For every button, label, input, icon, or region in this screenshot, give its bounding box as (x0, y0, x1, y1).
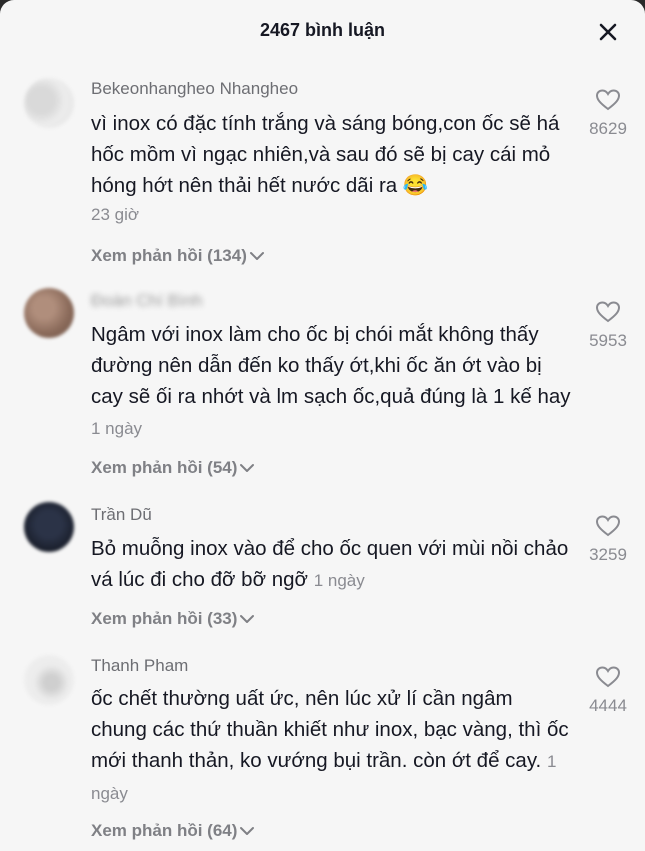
close-icon[interactable] (596, 20, 620, 44)
view-replies-label: Xem phản hồi (64) (91, 821, 238, 840)
comment-username[interactable]: Thanh Pham (91, 656, 188, 676)
heart-icon (595, 301, 621, 323)
like-count: 8629 (589, 119, 627, 138)
like-button[interactable]: 3259 (580, 514, 636, 565)
avatar[interactable] (24, 655, 74, 705)
like-count: 4444 (589, 696, 627, 715)
heart-icon (595, 666, 621, 688)
comment-text: vì inox có đặc tính trắng và sáng bóng,c… (91, 108, 571, 201)
heart-icon (595, 515, 621, 537)
comment-body: vì inox có đặc tính trắng và sáng bóng,c… (91, 112, 560, 197)
comment-body: ốc chết thường uất ức, nên lúc xử lí cần… (91, 687, 569, 772)
comment-text: Bỏ muỗng inox vào để cho ốc quen với mùi… (91, 533, 571, 596)
avatar[interactable] (24, 502, 74, 552)
avatar[interactable] (24, 288, 74, 338)
comment-username[interactable]: Đoàn Chí Bình (91, 291, 203, 311)
view-replies-button[interactable]: Xem phản hồi (33) (91, 609, 255, 629)
comment-time: 1 ngày (91, 419, 143, 438)
heart-icon (595, 89, 621, 111)
comment-body: Ngâm với inox làm cho ốc bị chói mắt khô… (91, 323, 571, 408)
comment-time: 1 ngày (313, 571, 365, 590)
chevron-down-icon (249, 252, 264, 260)
like-count: 3259 (589, 545, 627, 564)
chevron-down-icon (240, 827, 255, 835)
comment-text: ốc chết thường uất ức, nên lúc xử lí cần… (91, 683, 571, 809)
comments-header: 2467 bình luận (0, 0, 645, 62)
view-replies-button[interactable]: Xem phản hồi (64) (91, 821, 255, 841)
view-replies-label: Xem phản hồi (54) (91, 458, 238, 477)
comment-username[interactable]: Trần Dũ (91, 505, 152, 525)
comments-sheet: 2467 bình luận Bekeonhangheo Nhangheo vì… (0, 0, 645, 851)
view-replies-label: Xem phản hồi (134) (91, 246, 247, 265)
like-button[interactable]: 5953 (580, 300, 636, 351)
chevron-down-icon (240, 615, 255, 623)
comment-count-title: 2467 bình luận (259, 20, 386, 40)
comment-username[interactable]: Bekeonhangheo Nhangheo (91, 79, 298, 99)
comment-time: 23 giờ (91, 205, 140, 224)
chevron-down-icon (240, 464, 255, 472)
like-count: 5953 (589, 331, 627, 350)
comment-text: Ngâm với inox làm cho ốc bị chói mắt khô… (91, 319, 571, 444)
view-replies-label: Xem phản hồi (33) (91, 609, 238, 628)
like-button[interactable]: 4444 (580, 665, 636, 716)
view-replies-button[interactable]: Xem phản hồi (134) (91, 246, 265, 266)
view-replies-button[interactable]: Xem phản hồi (54) (91, 458, 255, 478)
avatar[interactable] (24, 78, 74, 128)
like-button[interactable]: 8629 (580, 88, 636, 139)
